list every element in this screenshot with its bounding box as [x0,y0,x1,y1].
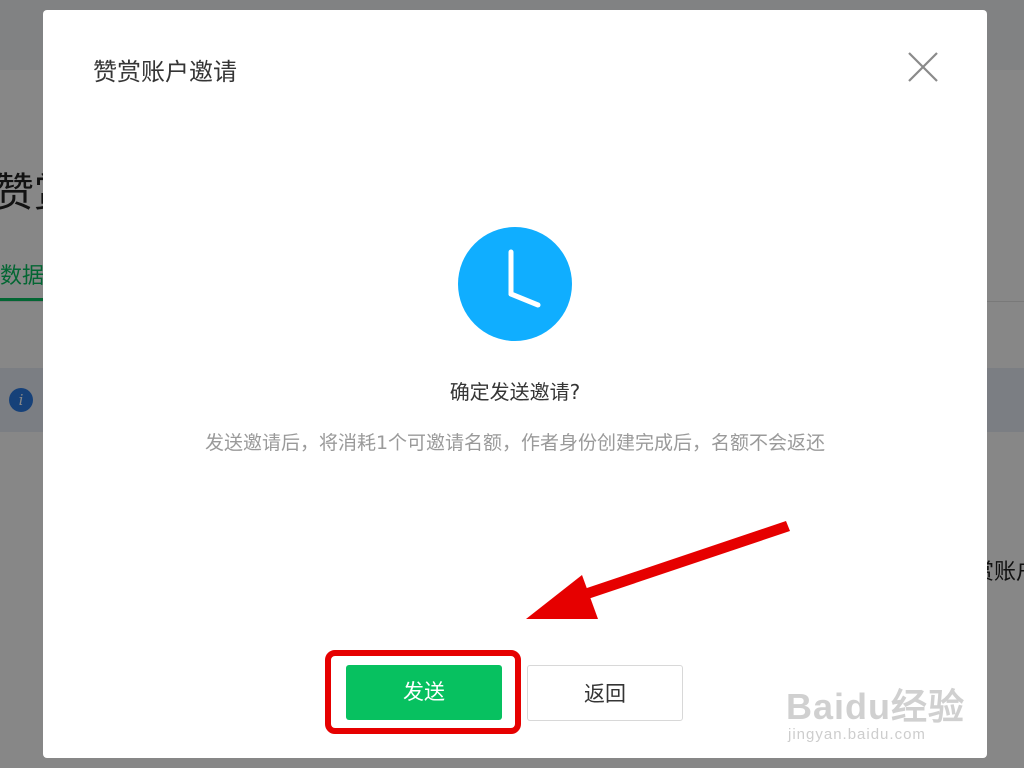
baidu-watermark: Baidu经验 jingyan.baidu.com [782,650,982,750]
invite-dialog: 赞赏账户邀请 确定发送邀请? 发送邀请后，将消耗1个可邀请名额，作者身份创建完成… [43,10,987,758]
annotation-highlight-box [325,650,521,734]
clock-icon [458,227,572,341]
watermark-url: jingyan.baidu.com [788,726,926,743]
confirm-description: 发送邀请后，将消耗1个可邀请名额，作者身份创建完成后，名额不会返还 [204,432,826,454]
annotation-arrow-icon [520,515,800,625]
confirm-title: 确定发送邀请? [449,380,581,404]
close-icon[interactable] [906,50,940,84]
back-button[interactable]: 返回 [527,665,683,721]
watermark-logo: Baidu经验 [786,686,966,727]
dialog-title: 赞赏账户邀请 [93,58,237,86]
